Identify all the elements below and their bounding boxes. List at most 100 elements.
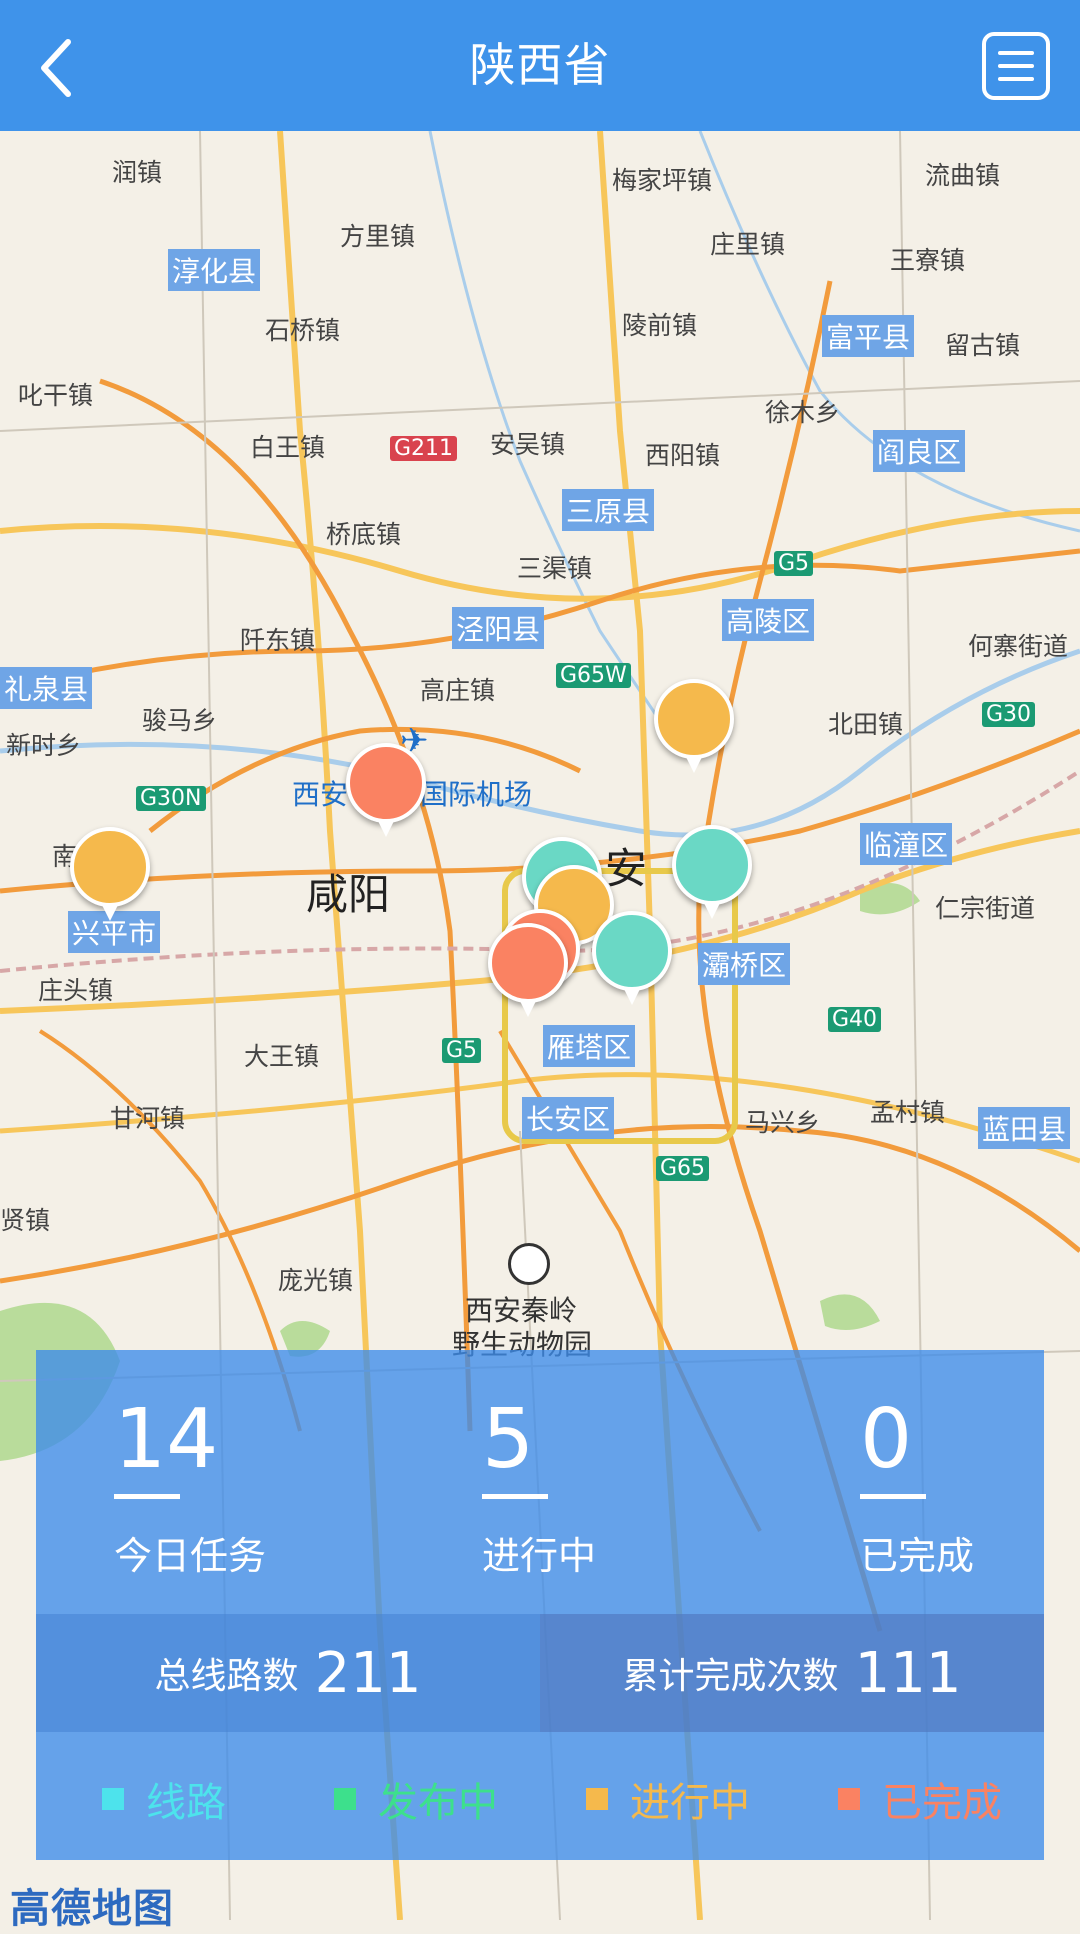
highway-shield: G5	[442, 1038, 482, 1063]
in-progress-label: 进行中	[482, 1534, 597, 1578]
map-label: 大王镇	[244, 1042, 320, 1071]
map-city-label: 咸阳	[306, 870, 391, 919]
map-label: 三渠镇	[517, 554, 593, 583]
map-label: 石桥镇	[265, 316, 341, 345]
district-label: 阎良区	[873, 430, 966, 472]
highway-shield: G30N	[136, 786, 206, 811]
completed-value: 0	[860, 1392, 913, 1487]
map-label: 贤镇	[0, 1206, 51, 1235]
stat-completed: 0 已完成	[860, 1390, 974, 1580]
map-label: 北田镇	[828, 710, 904, 739]
legend-swatch	[102, 1788, 124, 1810]
in-progress-underline	[482, 1494, 548, 1499]
map-city-label: 安	[605, 844, 648, 893]
legend-label: 发布中	[378, 1780, 498, 1826]
highway-shield: G65	[656, 1156, 710, 1181]
task-marker[interactable]	[654, 679, 734, 773]
district-label: 礼泉县	[0, 667, 93, 709]
legend-swatch	[334, 1788, 356, 1810]
stat-today-tasks: 14 今日任务	[114, 1390, 266, 1580]
map-label: 仁宗街道	[935, 894, 1036, 923]
map-label: 骏马乡	[142, 706, 218, 735]
map-label: 王寮镇	[890, 246, 966, 275]
legend-label: 已完成	[882, 1780, 1002, 1826]
menu-icon-line	[998, 77, 1034, 81]
map-label: 马兴乡	[745, 1108, 821, 1137]
legend-item-completed[interactable]: 已完成	[838, 1770, 1002, 1828]
map-label: 庞光镇	[278, 1266, 354, 1295]
map-label: 阡东镇	[240, 626, 316, 655]
district-label: 临潼区	[860, 823, 953, 865]
stats-panel: 14 今日任务 5 进行中 0 已完成 总线路数 211 累计完成次数 111 …	[36, 1350, 1044, 1860]
map-label: 方里镇	[340, 222, 416, 251]
task-marker[interactable]	[346, 743, 426, 837]
total-completions-label: 累计完成次数	[622, 1656, 839, 1697]
completed-underline	[860, 1494, 926, 1499]
panda-icon	[508, 1243, 550, 1285]
menu-button[interactable]	[982, 32, 1050, 100]
district-label: 雁塔区	[543, 1025, 636, 1067]
legend-item-in-progress[interactable]: 进行中	[586, 1770, 750, 1828]
task-marker[interactable]	[488, 923, 568, 1017]
map-legend: 线路 发布中 进行中 已完成	[36, 1770, 1044, 1830]
highway-shield: G211	[390, 436, 458, 461]
today-tasks-label: 今日任务	[114, 1534, 267, 1578]
map-label: 润镇	[112, 158, 163, 187]
total-routes-value: 211	[314, 1640, 422, 1706]
menu-icon-line	[998, 64, 1034, 68]
total-completions-value: 111	[854, 1640, 962, 1706]
district-label: 富平县	[822, 315, 915, 357]
page-title: 陕西省	[469, 38, 611, 92]
map-label: 安吴镇	[490, 430, 566, 459]
map-label: 高庄镇	[420, 676, 496, 705]
district-label: 三原县	[562, 489, 655, 531]
legend-swatch	[838, 1788, 860, 1810]
map-label: 流曲镇	[925, 161, 1001, 190]
total-completions: 累计完成次数 111	[540, 1614, 1044, 1732]
map-label: 留古镇	[945, 331, 1021, 360]
task-marker[interactable]	[70, 827, 150, 921]
map-label: 甘河镇	[110, 1104, 186, 1133]
map-label: 白王镇	[250, 433, 326, 462]
map-label: 孟村镇	[870, 1098, 946, 1127]
map-label: 西阳镇	[645, 441, 721, 470]
task-marker[interactable]	[592, 911, 672, 1005]
district-label: 泾阳县	[452, 607, 545, 649]
airport-label-right: 国际机场	[420, 778, 533, 811]
map-label: 新时乡	[6, 731, 82, 760]
map-label: 梅家坪镇	[612, 166, 713, 195]
map-label: 徐木乡	[765, 398, 841, 427]
menu-icon	[998, 51, 1034, 55]
in-progress-value: 5	[482, 1392, 535, 1487]
legend-item-publishing[interactable]: 发布中	[334, 1770, 498, 1828]
highway-shield: G65W	[556, 663, 631, 688]
legend-label: 进行中	[630, 1780, 750, 1826]
total-routes: 总线路数 211	[36, 1614, 540, 1732]
map-label: 何寨街道	[968, 632, 1069, 661]
map-label: 叱干镇	[18, 381, 94, 410]
map-label: 桥底镇	[326, 520, 402, 549]
map-label: 庄里镇	[710, 230, 786, 259]
highway-shield: G5	[774, 551, 814, 576]
legend-swatch	[586, 1788, 608, 1810]
district-label: 灞桥区	[698, 943, 791, 985]
highway-shield: G40	[828, 1007, 882, 1032]
today-tasks-underline	[114, 1494, 180, 1499]
district-label: 长安区	[522, 1097, 615, 1139]
task-marker[interactable]	[672, 825, 752, 919]
district-label: 高陵区	[722, 599, 815, 641]
district-label: 蓝田县	[978, 1107, 1071, 1149]
legend-item-route[interactable]: 线路	[102, 1770, 226, 1828]
map-label: 陵前镇	[622, 311, 698, 340]
district-label: 淳化县	[168, 249, 261, 291]
top-bar: 陕西省	[0, 0, 1080, 131]
completed-label: 已完成	[860, 1534, 975, 1578]
stat-in-progress: 5 进行中	[482, 1390, 596, 1580]
legend-label: 线路	[146, 1780, 226, 1826]
map-label: 庄头镇	[38, 976, 114, 1005]
airport-label-left: 西安	[292, 778, 349, 811]
today-tasks-value: 14	[114, 1392, 219, 1487]
highway-shield: G30	[982, 702, 1036, 727]
total-routes-label: 总线路数	[154, 1656, 299, 1697]
totals-row: 总线路数 211 累计完成次数 111	[36, 1614, 1044, 1732]
